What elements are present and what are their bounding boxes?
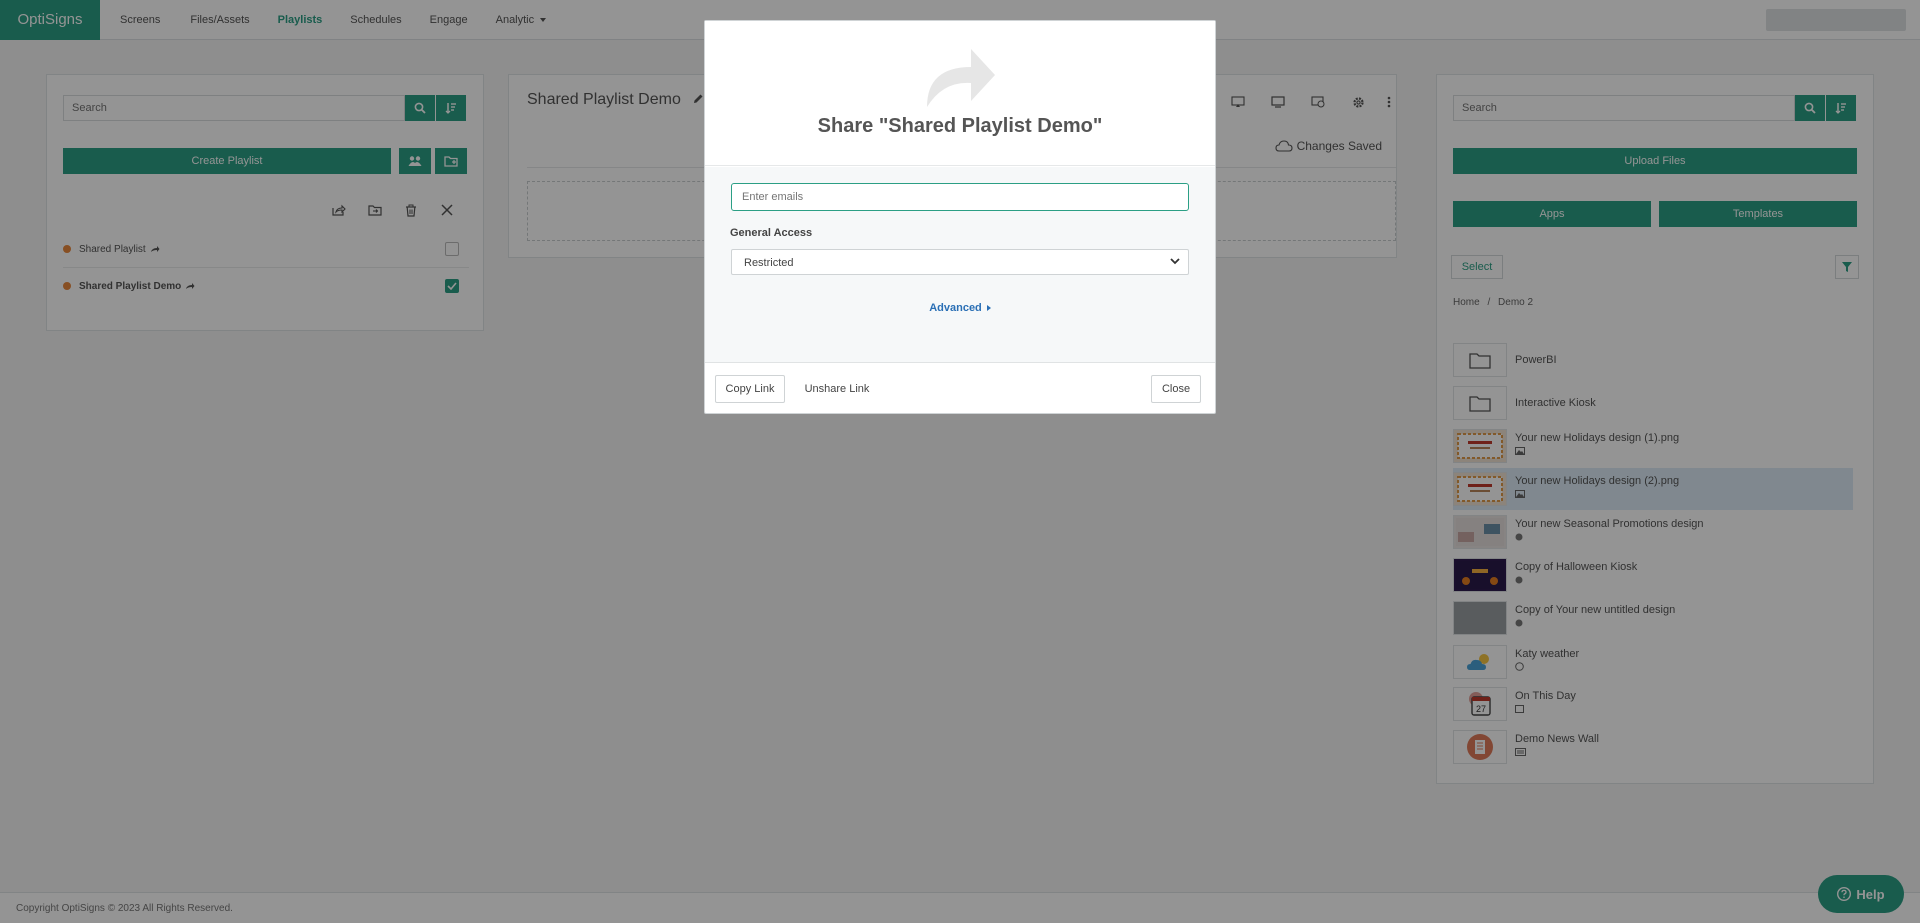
chevron-down-icon bbox=[1170, 258, 1180, 265]
copy-link-button[interactable]: Copy Link bbox=[715, 375, 785, 403]
share-arrow-icon bbox=[927, 49, 995, 107]
general-access-select[interactable]: Restricted bbox=[731, 249, 1189, 275]
caret-right-icon bbox=[986, 305, 991, 312]
general-access-value: Restricted bbox=[744, 257, 794, 269]
advanced-label: Advanced bbox=[929, 302, 982, 314]
share-dialog: Share "Shared Playlist Demo" General Acc… bbox=[704, 20, 1216, 414]
general-access-label: General Access bbox=[730, 227, 813, 239]
advanced-toggle[interactable]: Advanced bbox=[705, 302, 1215, 314]
share-dialog-title: Share "Shared Playlist Demo" bbox=[817, 115, 1103, 137]
email-input[interactable] bbox=[731, 183, 1189, 211]
share-dialog-body: General Access Restricted Advanced bbox=[705, 167, 1215, 363]
unshare-link-button[interactable]: Unshare Link bbox=[797, 375, 877, 403]
close-button[interactable]: Close bbox=[1151, 375, 1201, 403]
share-dialog-header: Share "Shared Playlist Demo" bbox=[705, 21, 1215, 166]
